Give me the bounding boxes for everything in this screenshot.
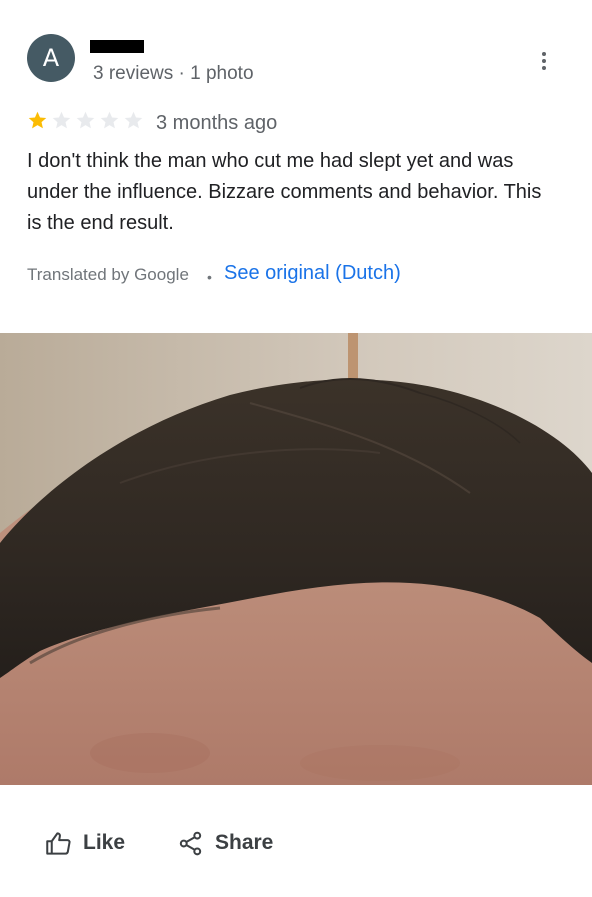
review-text: I don't think the man who cut me had sle…: [27, 150, 542, 234]
star-empty-icon: [52, 111, 71, 129]
review-card: A 3 reviews · 1 photo 3 months ago I don…: [0, 0, 592, 897]
separator-dot: •: [207, 269, 212, 285]
star-empty-icon: [100, 111, 119, 129]
more-options-icon[interactable]: [532, 46, 556, 76]
share-label: Share: [215, 831, 274, 854]
star-empty-icon: [76, 111, 95, 129]
star-rating: [27, 110, 144, 131]
thumbs-up-icon: [46, 831, 71, 855]
reviewer-name-redacted: [90, 40, 144, 53]
avatar-letter: A: [42, 44, 60, 72]
reviewer-meta[interactable]: 3 reviews · 1 photo: [93, 63, 254, 85]
avatar[interactable]: A: [27, 34, 75, 82]
star-filled-icon: [28, 111, 47, 129]
like-label: Like: [83, 831, 126, 854]
share-icon: [179, 831, 202, 855]
translated-by-label: Translated by Google: [27, 265, 189, 284]
star-empty-icon: [124, 111, 143, 129]
like-button[interactable]: Like: [45, 828, 125, 858]
review-time: 3 months ago: [156, 112, 278, 134]
share-button[interactable]: Share: [177, 828, 273, 858]
review-photo[interactable]: [0, 333, 592, 785]
see-original-link[interactable]: See original (Dutch): [224, 262, 401, 285]
